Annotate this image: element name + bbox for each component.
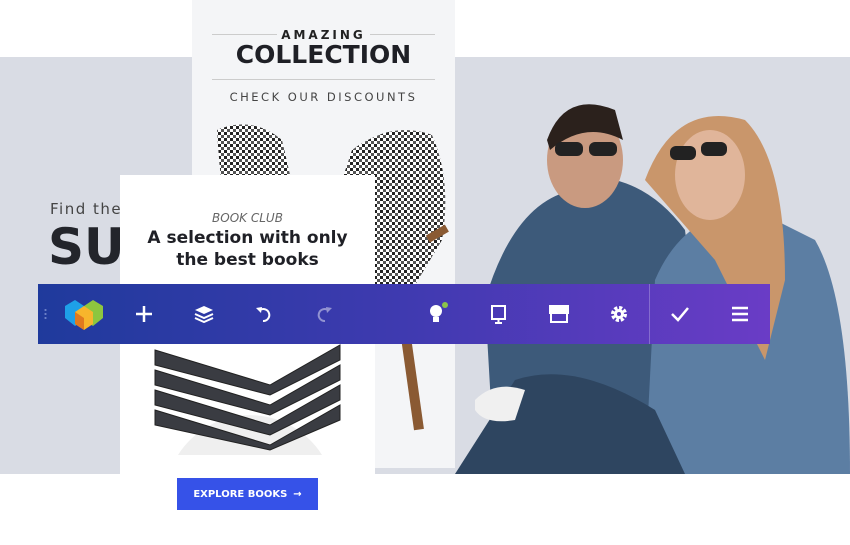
divider	[212, 79, 435, 80]
books-image	[154, 344, 341, 455]
hero-title: SU	[48, 218, 125, 276]
drag-handle[interactable]	[44, 308, 47, 320]
undo-icon[interactable]	[239, 284, 289, 344]
lightbulb-icon[interactable]	[413, 284, 463, 344]
explore-books-label: EXPLORE BOOKS	[193, 488, 288, 500]
redo-icon[interactable]	[299, 284, 349, 344]
editor-toolbar	[38, 284, 770, 344]
check-icon[interactable]	[655, 284, 705, 344]
arrow-right-icon: →	[293, 488, 302, 500]
storefront-icon[interactable]	[534, 284, 584, 344]
collection-discount: CHECK OUR DISCOUNTS	[229, 90, 418, 104]
people-photo	[455, 104, 850, 474]
desktop-icon[interactable]	[474, 284, 524, 344]
book-club-title: A selection with only the best books	[147, 228, 348, 270]
logo-icon[interactable]	[59, 284, 109, 344]
explore-books-button[interactable]: EXPLORE BOOKS →	[177, 478, 318, 510]
menu-icon[interactable]	[715, 284, 765, 344]
collection-title: COLLECTION	[235, 40, 412, 69]
book-club-eyebrow: BOOK CLUB	[212, 211, 283, 225]
gear-icon[interactable]	[594, 284, 644, 344]
divider	[649, 284, 650, 344]
add-icon[interactable]	[119, 284, 169, 344]
layers-icon[interactable]	[179, 284, 229, 344]
hero-subtitle: Find the	[50, 200, 123, 218]
